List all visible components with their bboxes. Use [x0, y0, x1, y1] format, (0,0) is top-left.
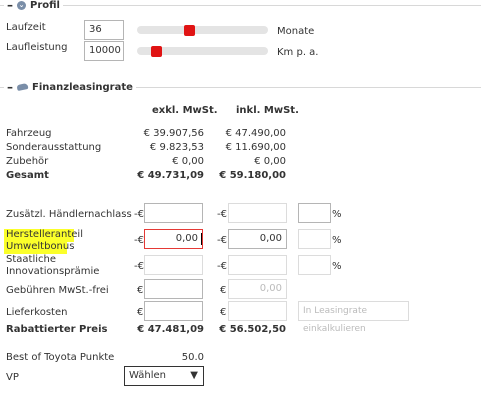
innovation-inkl-input[interactable] — [228, 255, 287, 275]
minus-euro-prefix: -€ — [217, 209, 227, 220]
col-header-inkl: inkl. MwSt. — [236, 105, 299, 116]
car-icon — [16, 82, 29, 92]
hersteller-exkl-input[interactable]: 0,00 — [144, 229, 203, 249]
gebuehren-label: Gebühren MwSt.-frei — [6, 285, 109, 296]
percent-suffix: % — [332, 235, 342, 246]
rabattiert-exkl-value: € 47.481,09 — [137, 324, 204, 335]
chevron-circle-icon: ⌄ — [17, 0, 26, 10]
lieferkosten-label: Lieferkosten — [6, 307, 68, 318]
row-inkl-value: € 59.180,00 — [219, 170, 286, 181]
row-label: Sonderausstattung — [6, 142, 102, 153]
euro-prefix: € — [220, 307, 227, 318]
row-exkl-value: € 9.823,53 — [149, 142, 204, 153]
hersteller-label-line2: Umweltbonus — [6, 241, 75, 252]
row-label: Zubehör — [6, 156, 49, 167]
profil-divider — [0, 5, 481, 6]
innovation-label-line1: Staatliche — [6, 254, 56, 265]
innovation-percent-input[interactable] — [298, 255, 331, 275]
innovation-exkl-input[interactable] — [144, 255, 203, 275]
lieferkosten-inkl-input[interactable] — [228, 301, 287, 321]
percent-suffix: % — [332, 209, 342, 220]
collapse-icon[interactable]: – — [7, 0, 13, 11]
laufzeit-input[interactable]: 36 — [84, 20, 124, 40]
row-label: Fahrzeug — [6, 128, 52, 139]
row-exkl-value: € 39.907,56 — [143, 128, 204, 139]
haendlernachlass-inkl-input[interactable] — [228, 203, 287, 223]
finance-title: Finanzleasingrate — [32, 81, 133, 93]
row-exkl-value: € 49.731,09 — [137, 170, 204, 181]
col-header-exkl: exkl. MwSt. — [152, 105, 218, 116]
euro-prefix: € — [137, 307, 144, 318]
row-inkl-value: € 11.690,00 — [225, 142, 286, 153]
hersteller-inkl-input[interactable]: 0,00 — [228, 229, 287, 249]
toyota-points-label: Best of Toyota Punkte — [6, 352, 115, 363]
laufleistung-input[interactable]: 10000 — [84, 41, 124, 61]
minus-euro-prefix: -€ — [134, 209, 144, 220]
chevron-down-icon: ▼ — [190, 370, 198, 381]
laufzeit-label: Laufzeit — [6, 22, 46, 33]
laufzeit-unit: Monate — [277, 26, 315, 37]
row-inkl-value: € 47.490,00 — [225, 128, 286, 139]
minus-euro-prefix: -€ — [217, 261, 227, 272]
gebuehren-inkl-input[interactable]: 0,00 — [228, 279, 287, 299]
lieferkosten-select-value: In Leasingrate einkalkulieren — [303, 306, 368, 334]
laufleistung-unit: Km p. a. — [277, 47, 319, 58]
vp-select-value: Wählen — [129, 370, 166, 381]
rabattiert-inkl-value: € 56.502,50 — [219, 324, 286, 335]
minus-euro-prefix: -€ — [134, 235, 144, 246]
haendlernachlass-exkl-input[interactable] — [144, 203, 203, 223]
row-label: Gesamt — [6, 170, 49, 181]
text-cursor — [201, 233, 202, 245]
finance-header[interactable]: – Finanzleasingrate — [4, 81, 136, 93]
hersteller-percent-input[interactable] — [298, 229, 331, 249]
toyota-points-value: 50.0 — [181, 352, 204, 363]
collapse-icon[interactable]: – — [7, 81, 13, 93]
laufleistung-label: Laufleistung — [6, 42, 68, 53]
lieferkosten-select[interactable]: In Leasingrate einkalkulieren — [298, 301, 409, 334]
row-inkl-value: € 0,00 — [254, 156, 286, 167]
minus-euro-prefix: -€ — [134, 261, 144, 272]
haendlernachlass-percent-input[interactable] — [298, 203, 331, 223]
profil-header[interactable]: – ⌄ Profil — [4, 0, 63, 11]
minus-euro-prefix: -€ — [217, 235, 227, 246]
laufleistung-slider-thumb[interactable] — [151, 45, 163, 57]
laufzeit-slider-thumb[interactable] — [183, 24, 195, 36]
haendlernachlass-label: Zusätzl. Händlernachlass — [6, 209, 132, 220]
hersteller-label-line1: Herstelleranteil — [6, 229, 83, 240]
row-exkl-value: € 0,00 — [172, 156, 204, 167]
profil-title: Profil — [30, 0, 60, 11]
lieferkosten-exkl-input[interactable] — [144, 301, 203, 321]
gebuehren-exkl-input[interactable] — [144, 279, 203, 299]
rabattiert-label: Rabattierter Preis — [6, 324, 108, 335]
vp-select[interactable]: Wählen ▼ — [124, 366, 204, 386]
euro-prefix: € — [137, 285, 144, 296]
vp-label: VP — [6, 372, 19, 383]
innovation-label-line2: Innovationsprämie — [6, 266, 100, 277]
percent-suffix: % — [332, 261, 342, 272]
laufzeit-slider-track[interactable] — [137, 26, 268, 34]
euro-prefix: € — [220, 285, 227, 296]
